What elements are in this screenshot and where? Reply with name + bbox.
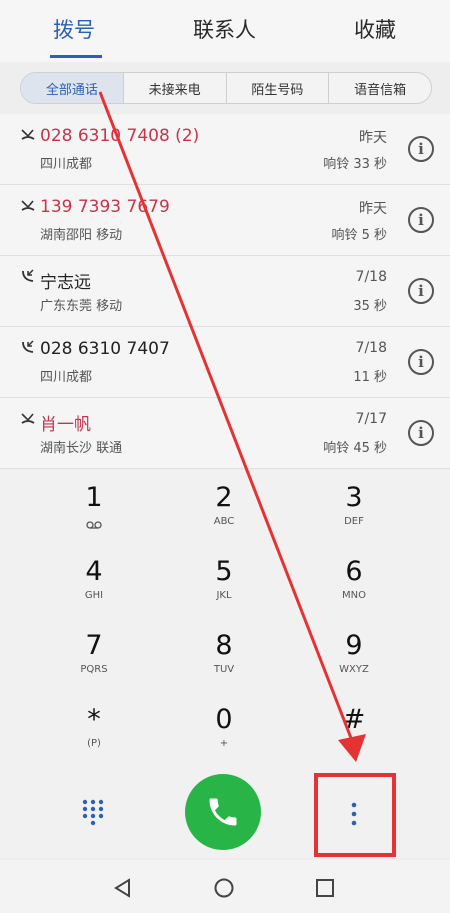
key-letters: ABC: [213, 516, 235, 527]
call-log-row[interactable]: 028 6310 7407 四川成都 7/18 11 秒 i: [0, 327, 450, 398]
call-button[interactable]: [185, 774, 261, 850]
key-letters: JKL: [216, 590, 232, 601]
info-icon[interactable]: i: [408, 278, 434, 304]
filter-missed[interactable]: 未接来电: [122, 73, 226, 103]
top-tab-bar: 拨号 联系人 收藏: [0, 0, 450, 62]
call-number: 139 7393 7679: [40, 197, 170, 217]
info-icon[interactable]: i: [408, 207, 434, 233]
key-3[interactable]: 3 DEF: [289, 474, 419, 546]
key-letters: WXYZ: [339, 664, 369, 675]
missed-call-icon: [21, 129, 35, 140]
call-log-row[interactable]: 肖一帆 湖南长沙 联通 7/17 响铃 45 秒 i: [0, 398, 450, 469]
key-letters: (P): [87, 738, 101, 749]
info-icon[interactable]: i: [408, 420, 434, 446]
call-number: 028 6310 7408 (2): [40, 126, 200, 146]
contact-name: 宁志远: [40, 273, 91, 293]
key-letters: +: [219, 738, 229, 749]
filter-all-calls[interactable]: 全部通话: [21, 73, 123, 103]
call-duration: 响铃 45 秒: [323, 441, 387, 456]
missed-call-icon: [21, 200, 35, 211]
call-duration: 响铃 33 秒: [323, 157, 387, 172]
call-location: 四川成都: [40, 157, 93, 172]
call-date: 7/17: [355, 411, 387, 427]
incoming-call-icon: [22, 269, 34, 282]
key-hash[interactable]: # (W): [289, 696, 419, 768]
phone-icon: [209, 798, 237, 826]
key-7[interactable]: 7 PQRS: [29, 622, 159, 694]
call-filter-segmented: 全部通话 未接来电 陌生号码 语音信箱: [20, 72, 432, 104]
call-date: 7/18: [355, 340, 387, 356]
key-digit: #: [342, 704, 366, 735]
key-digit: 9: [345, 630, 363, 661]
key-0[interactable]: 0 +: [159, 696, 289, 768]
key-letters: TUV: [213, 664, 235, 675]
incoming-call-icon: [22, 340, 34, 353]
call-log-list: 028 6310 7408 (2) 四川成都 昨天 响铃 33 秒 i 139 …: [0, 114, 450, 469]
key-letters: DEF: [344, 516, 364, 527]
call-location: 广东东莞 移动: [40, 299, 123, 314]
key-digit: 2: [215, 482, 233, 513]
keypad-toggle-icon[interactable]: [81, 798, 105, 826]
key-letters: (W): [345, 738, 363, 749]
key-letters: PQRS: [80, 664, 108, 675]
call-duration: 35 秒: [353, 299, 387, 314]
system-nav-bar: [0, 860, 450, 913]
key-1[interactable]: 1: [29, 474, 159, 546]
key-letters: MNO: [342, 590, 366, 601]
key-digit: 7: [85, 630, 103, 661]
key-digit: 3: [345, 482, 363, 513]
key-letters: GHI: [84, 590, 104, 601]
call-location: 四川成都: [40, 370, 93, 385]
back-icon[interactable]: [111, 876, 135, 900]
key-digit: *: [87, 704, 101, 735]
missed-call-icon: [21, 413, 35, 424]
tab-contacts[interactable]: 联系人: [193, 14, 256, 44]
active-tab-indicator: [50, 55, 102, 58]
key-9[interactable]: 9 WXYZ: [289, 622, 419, 694]
highlight-box: [314, 773, 396, 857]
call-log-row[interactable]: 宁志远 广东东莞 移动 7/18 35 秒 i: [0, 256, 450, 327]
key-digit: 5: [215, 556, 233, 587]
info-icon[interactable]: i: [408, 136, 434, 162]
key-digit: 4: [85, 556, 103, 587]
voicemail-icon: [86, 521, 102, 529]
recents-icon[interactable]: [313, 876, 337, 900]
call-duration: 11 秒: [353, 370, 387, 385]
key-4[interactable]: 4 GHI: [29, 548, 159, 620]
key-digit: 1: [85, 482, 103, 513]
key-digit: 6: [345, 556, 363, 587]
call-location: 湖南邵阳 移动: [40, 228, 123, 243]
key-5[interactable]: 5 JKL: [159, 548, 289, 620]
call-duration: 响铃 5 秒: [331, 228, 387, 243]
key-star[interactable]: * (P): [29, 696, 159, 768]
call-date: 昨天: [359, 201, 387, 217]
key-6[interactable]: 6 MNO: [289, 548, 419, 620]
key-2[interactable]: 2 ABC: [159, 474, 289, 546]
filter-voicemail[interactable]: 语音信箱: [328, 73, 431, 103]
call-number: 028 6310 7407: [40, 339, 170, 359]
filter-unknown[interactable]: 陌生号码: [225, 73, 329, 103]
info-icon[interactable]: i: [408, 349, 434, 375]
home-icon[interactable]: [212, 876, 236, 900]
contact-name: 肖一帆: [40, 415, 91, 435]
tab-favorites[interactable]: 收藏: [354, 14, 396, 44]
call-date: 7/18: [355, 269, 387, 285]
tab-dialer[interactable]: 拨号: [53, 14, 95, 44]
dial-keypad: 1 2 ABC 3 DEF 4 GHI 5 JKL 6 MNO 7 PQRS 8…: [0, 470, 450, 768]
key-digit: 8: [215, 630, 233, 661]
call-date: 昨天: [359, 130, 387, 146]
key-digit: 0: [215, 704, 233, 735]
call-log-row[interactable]: 139 7393 7679 湖南邵阳 移动 昨天 响铃 5 秒 i: [0, 185, 450, 256]
call-location: 湖南长沙 联通: [40, 441, 123, 456]
key-8[interactable]: 8 TUV: [159, 622, 289, 694]
call-log-row[interactable]: 028 6310 7408 (2) 四川成都 昨天 响铃 33 秒 i: [0, 114, 450, 185]
